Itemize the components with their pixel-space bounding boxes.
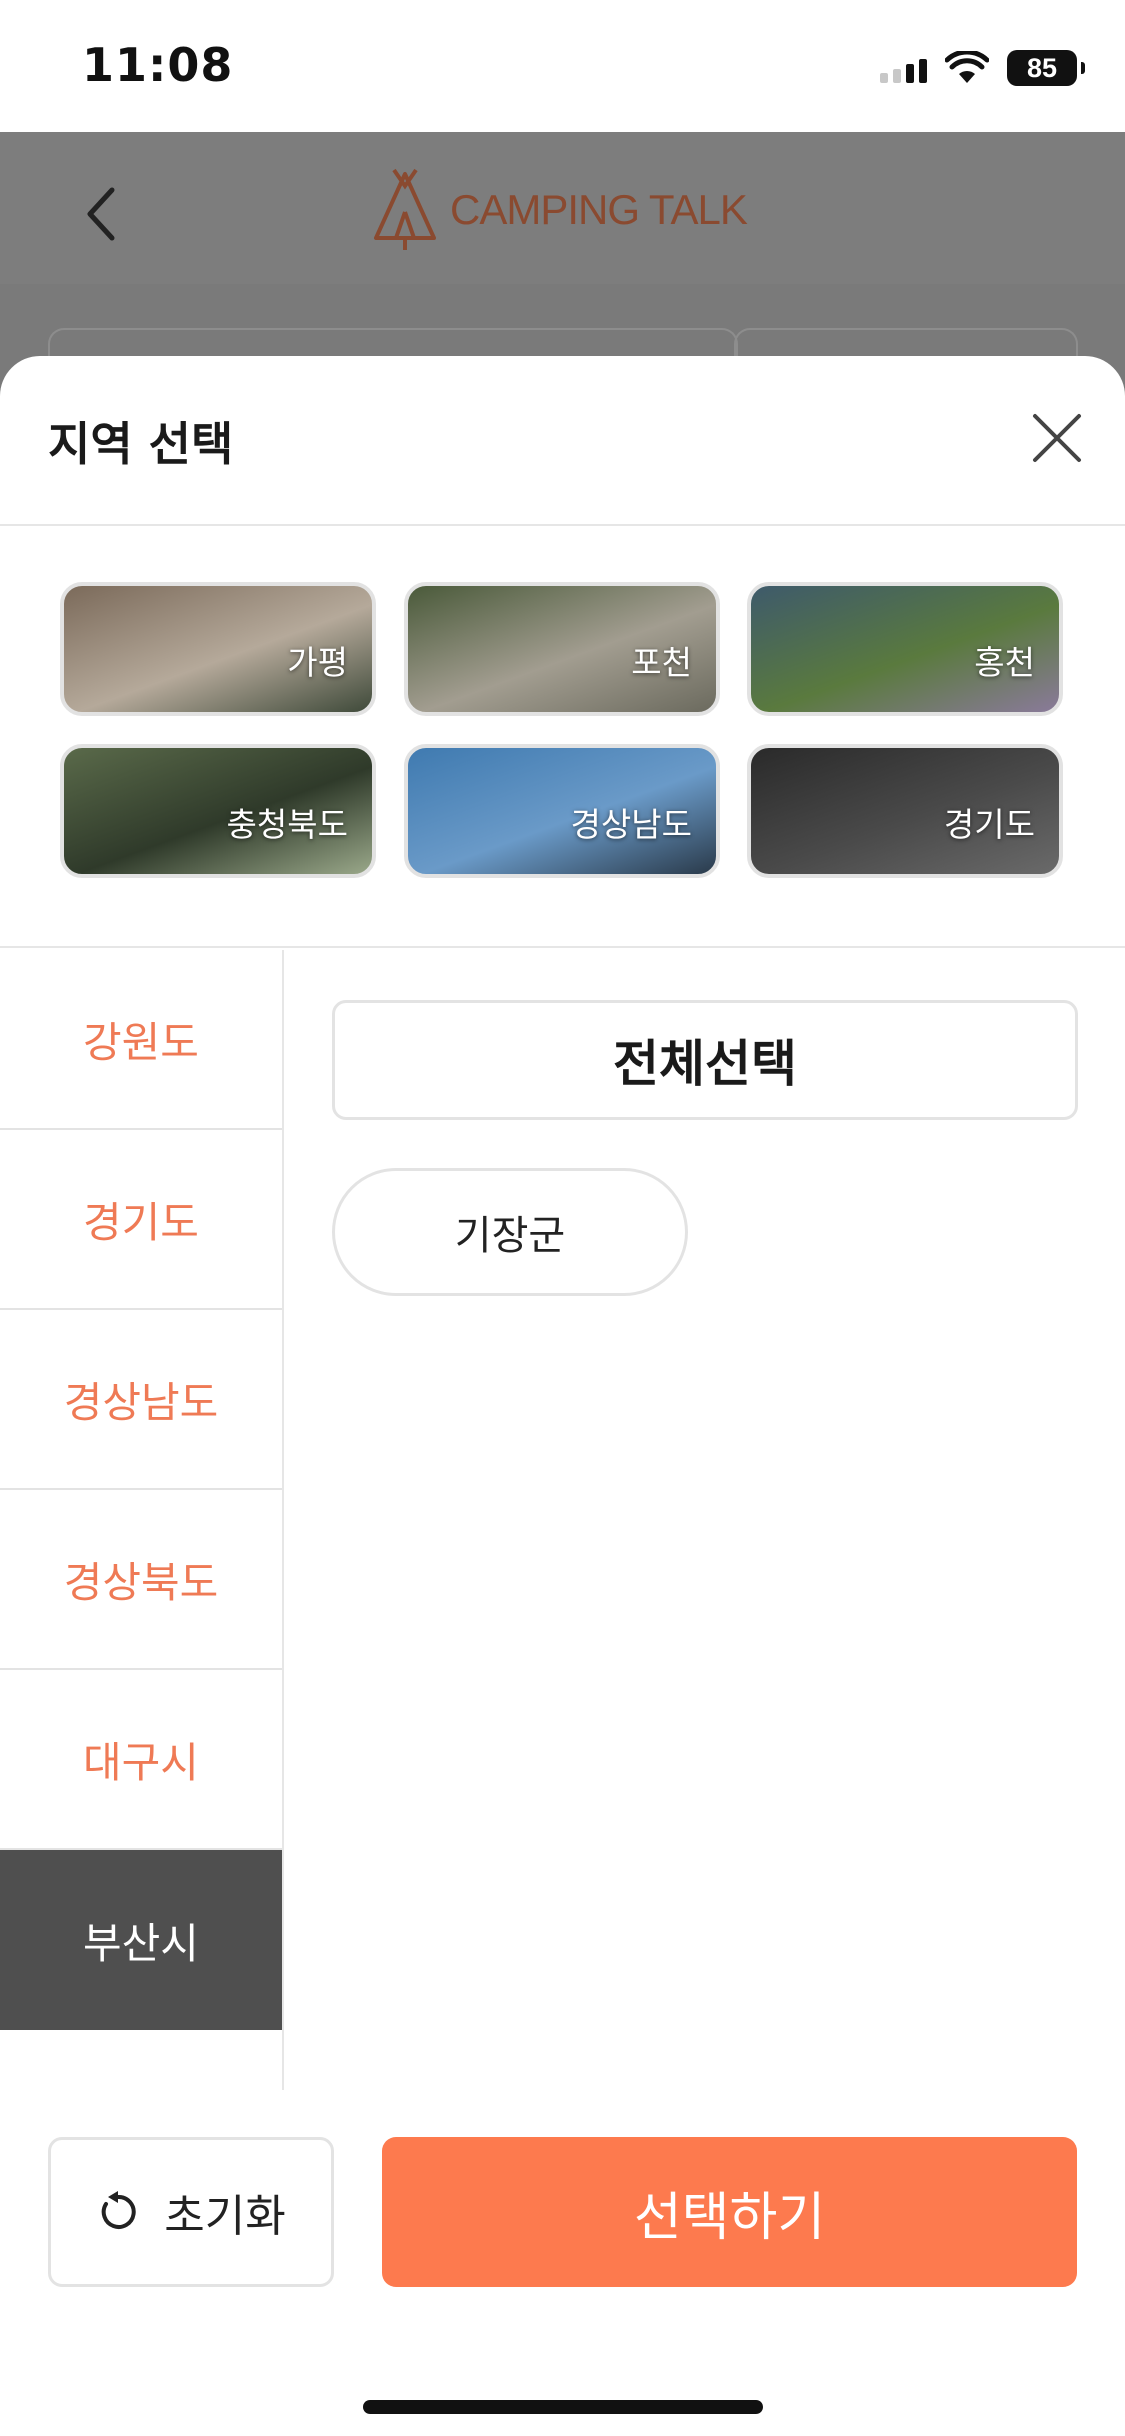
refresh-icon — [102, 2191, 136, 2229]
tent-logo-icon — [374, 168, 436, 250]
reset-label: 초기화 — [164, 2191, 286, 2242]
wifi-icon — [945, 51, 989, 83]
featured-region-label: 홍천 — [974, 643, 1035, 682]
cellular-signal-icon — [880, 53, 927, 83]
battery-level: 85 — [1026, 52, 1058, 83]
featured-region-chip[interactable]: 충청북도 — [60, 744, 376, 878]
district-chip[interactable]: 기장군 — [332, 1168, 688, 1296]
home-indicator — [363, 2400, 763, 2414]
status-time: 11:08 — [82, 38, 234, 92]
sheet-header: 지역 선택 — [0, 356, 1125, 526]
region-item[interactable]: 강원도 — [0, 950, 282, 1130]
back-icon[interactable] — [78, 184, 128, 244]
close-icon[interactable] — [1027, 408, 1087, 468]
status-icons: 85 — [880, 46, 1085, 90]
region-list: 강원도 경기도 경상남도 경상북도 대구시 부산시 — [0, 950, 284, 2090]
featured-region-chip[interactable]: 경상남도 — [404, 744, 720, 878]
submit-button[interactable]: 선택하기 — [382, 2137, 1077, 2287]
featured-region-chip[interactable]: 포천 — [404, 582, 720, 716]
region-item[interactable]: 경기도 — [0, 1130, 282, 1310]
sheet-title: 지역 선택 — [48, 417, 234, 471]
featured-region-label: 충청북도 — [226, 805, 348, 844]
featured-region-label: 가평 — [287, 643, 348, 682]
status-bar: 11:08 85 — [0, 0, 1125, 132]
region-item[interactable]: 경상남도 — [0, 1310, 282, 1490]
featured-regions: 가평 포천 홍천 충청북도 경상남도 경기도 — [0, 528, 1125, 948]
region-item[interactable]: 부산시 — [0, 1850, 282, 2030]
featured-region-chip[interactable]: 경기도 — [747, 744, 1063, 878]
battery-icon: 85 — [1007, 50, 1085, 86]
featured-region-label: 포천 — [631, 643, 692, 682]
featured-region-chip[interactable]: 홍천 — [747, 582, 1063, 716]
region-item[interactable]: 대구시 — [0, 1670, 282, 1850]
app-header: CAMPING TALK — [0, 132, 1125, 284]
region-item[interactable]: 경상북도 — [0, 1490, 282, 1670]
app-logo: CAMPING TALK — [370, 168, 748, 252]
featured-region-chip[interactable]: 가평 — [60, 582, 376, 716]
logo-text: CAMPING TALK — [450, 186, 748, 233]
featured-region-label: 경기도 — [943, 805, 1035, 844]
select-all-button[interactable]: 전체선택 — [332, 1000, 1078, 1120]
reset-button[interactable]: 초기화 — [48, 2137, 334, 2287]
featured-region-label: 경상남도 — [570, 805, 692, 844]
